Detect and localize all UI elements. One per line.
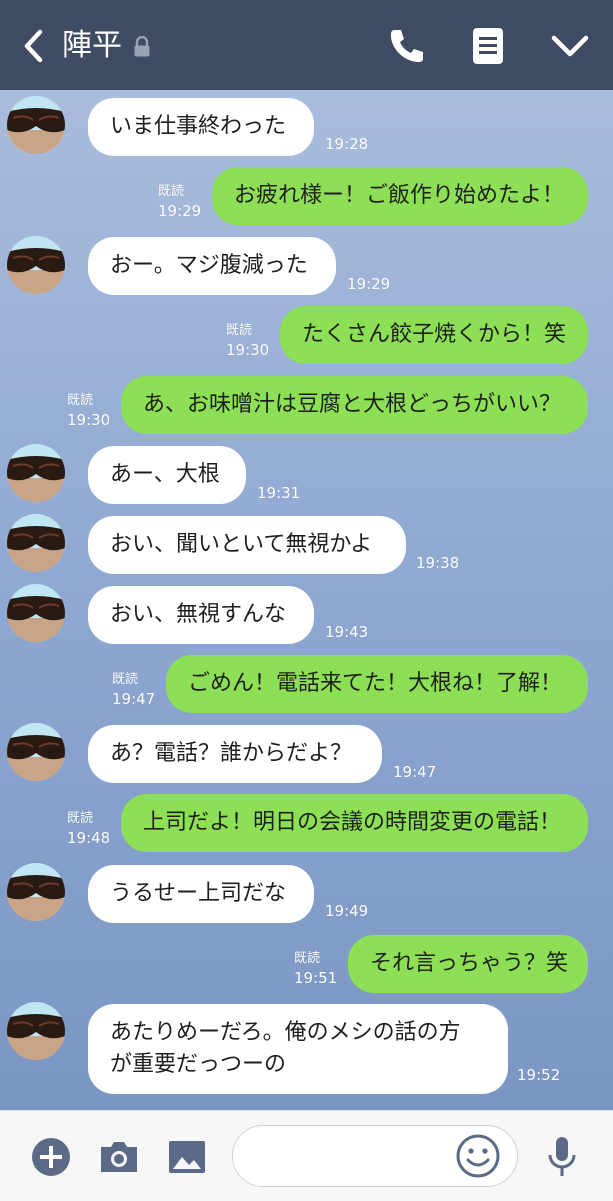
message-time: 19:48 — [67, 829, 111, 847]
note-icon[interactable] — [466, 24, 510, 68]
sunglasses-avatar-icon — [7, 723, 65, 781]
message-bubble-outgoing[interactable]: お疲れ様ー！ご飯作り始めたよ！ — [212, 167, 588, 225]
message-meta: 既読 19:51 — [294, 950, 337, 988]
message-time: 19:30 — [226, 341, 270, 359]
message-time: 19:28 — [325, 135, 369, 153]
microphone-icon[interactable] — [540, 1135, 584, 1179]
avatar[interactable] — [7, 584, 65, 642]
plus-circle-icon[interactable] — [29, 1135, 73, 1179]
sunglasses-avatar-icon — [7, 514, 65, 572]
sunglasses-avatar-icon — [7, 863, 65, 921]
camera-icon[interactable] — [97, 1135, 141, 1179]
message-bubble-incoming[interactable]: あたりめーだろ。俺のメシの話の方 が重要だっつーの — [88, 1004, 508, 1094]
message-meta: 既読 19:30 — [226, 322, 269, 360]
read-receipt: 既読 — [112, 672, 139, 687]
read-receipt: 既読 — [226, 323, 253, 338]
message-bubble-incoming[interactable]: おい、聞いといて無視かよ — [88, 516, 406, 574]
sunglasses-avatar-icon — [7, 444, 65, 502]
sunglasses-avatar-icon — [7, 1002, 65, 1060]
message-time: 19:29 — [347, 275, 391, 293]
message-bubble-outgoing[interactable]: ごめん！電話来てた！大根ね！了解！ — [166, 655, 588, 713]
avatar[interactable] — [7, 444, 65, 502]
message-bubble-outgoing[interactable]: たくさん餃子焼くから！笑 — [280, 306, 588, 364]
message-bubble-outgoing[interactable]: 上司だよ！明日の会議の時間変更の電話！ — [121, 794, 588, 852]
read-receipt: 既読 — [158, 184, 185, 199]
message-bubble-incoming[interactable]: あ？電話？誰からだよ？ — [88, 725, 382, 783]
sunglasses-avatar-icon — [7, 236, 65, 294]
message-bubble-incoming[interactable]: あー、大根 — [88, 446, 246, 504]
message-meta: 既読 19:47 — [112, 671, 155, 709]
message-bubble-incoming[interactable]: おい、無視すんな — [88, 586, 314, 644]
read-receipt: 既読 — [294, 951, 321, 966]
lock-icon — [134, 36, 150, 57]
message-time: 19:43 — [325, 623, 369, 641]
message-bubble-outgoing[interactable]: あ、お味噌汁は豆腐と大根どっちがいい？ — [121, 376, 588, 434]
message-time: 19:38 — [416, 554, 460, 572]
message-time: 19:31 — [257, 484, 301, 502]
sunglasses-avatar-icon — [7, 584, 65, 642]
message-time: 19:49 — [325, 902, 369, 920]
message-meta: 既読 19:30 — [67, 392, 110, 430]
message-time: 19:29 — [158, 202, 202, 220]
message-bubble-incoming[interactable]: いま仕事終わった — [88, 98, 314, 156]
chevron-down-icon[interactable] — [548, 24, 592, 68]
message-time: 19:47 — [393, 763, 437, 781]
phone-icon[interactable] — [384, 24, 428, 68]
message-bubble-incoming[interactable]: うるせー上司だな — [88, 865, 314, 923]
message-time: 19:47 — [112, 690, 156, 708]
avatar[interactable] — [7, 236, 65, 294]
read-receipt: 既読 — [67, 811, 94, 826]
message-bubble-outgoing[interactable]: それ言っちゃう？笑 — [348, 935, 588, 993]
chat-title[interactable]: 陣平 — [62, 26, 122, 66]
smiley-icon[interactable] — [455, 1133, 501, 1179]
message-time: 19:51 — [294, 969, 338, 987]
message-time: 19:30 — [67, 411, 111, 429]
avatar[interactable] — [7, 514, 65, 572]
avatar[interactable] — [7, 723, 65, 781]
sunglasses-avatar-icon — [7, 96, 65, 154]
message-bubble-incoming[interactable]: おー。マジ腹減った — [88, 237, 336, 295]
avatar[interactable] — [7, 1002, 65, 1060]
chevron-left-icon[interactable] — [18, 26, 50, 66]
message-meta: 既読 19:48 — [67, 810, 110, 848]
image-icon[interactable] — [165, 1135, 209, 1179]
message-list[interactable]: いま仕事終わった 19:28 お疲れ様ー！ご飯作り始めたよ！ 既読 19:29 … — [0, 90, 613, 1110]
avatar[interactable] — [7, 96, 65, 154]
chat-header: 陣平 — [0, 0, 613, 90]
message-time: 19:52 — [517, 1066, 561, 1084]
avatar[interactable] — [7, 863, 65, 921]
message-composer — [0, 1110, 613, 1201]
message-meta: 既読 19:29 — [158, 183, 201, 221]
read-receipt: 既読 — [67, 393, 94, 408]
